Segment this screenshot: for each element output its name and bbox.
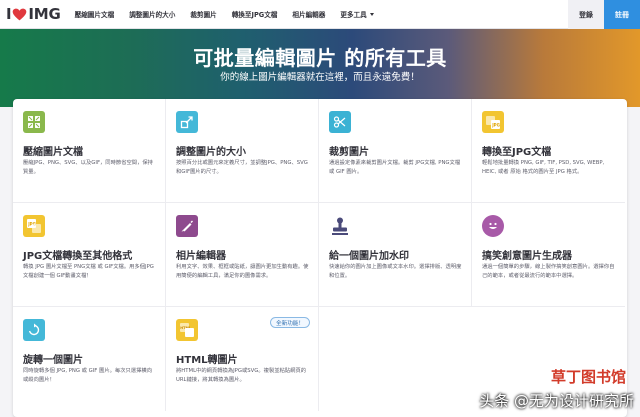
tools-panel: 壓縮圖片文檔 壓縮JPG、PNG、SVG、以及GIF，同時節省空間，保持質量。 … [13, 99, 627, 417]
logo[interactable]: I IMG [0, 0, 61, 29]
watermark-overlay: 草丁图书馆 头条 @无为设计研究所 [399, 368, 634, 411]
watermark-brand: 草丁图书馆 [550, 368, 626, 386]
menu-photo-editor[interactable]: 相片編輯器 [292, 9, 325, 19]
heart-icon [13, 8, 27, 20]
menu-more-label: 更多工具 [340, 11, 367, 19]
tool-description: 轉換 JPG 圖片文檔至 PNG文檔 或 GIF文檔。用多個JPG文檔創建一個 … [23, 264, 154, 279]
tool-title: 旋轉一個圖片 [23, 355, 83, 366]
menu-convert-jpg[interactable]: 轉換至JPG文檔 [232, 9, 278, 19]
tool-card-meme[interactable]: 搞笑創意圖片生成器 通過一個簡單的步驟，線上製作搞笑創意圖片。選擇你自己的範本，… [472, 203, 625, 307]
tool-title: 相片編輯器 [176, 251, 226, 262]
tool-title: 裁剪圖片 [329, 147, 369, 158]
tool-card-html-to-image[interactable]: HTML 全新功能！ HTML轉圖片 將HTML中的網頁轉換為JPG或SVG。複… [166, 307, 319, 411]
tool-title: HTML轉圖片 [176, 355, 238, 366]
tool-description: 壓縮JPG、PNG、SVG、以及GIF，同時節省空間，保持質量。 [23, 160, 153, 175]
menu-compress[interactable]: 壓縮圖片文檔 [75, 9, 115, 19]
scissors-icon [329, 111, 351, 133]
new-feature-badge: 全新功能！ [270, 317, 310, 328]
tool-description: 按照百分比或圖元來定義尺寸，並調整JPG、PNG、SVG和GIF圖片的尺寸。 [176, 160, 308, 175]
tool-card-from-jpg[interactable]: JPG JPG文檔轉換至其他格式 轉換 JPG 圖片文檔至 PNG文檔 或 GI… [13, 203, 166, 307]
watermark-text: 头条 @无为设计研究所 [479, 392, 634, 410]
tool-card-crop[interactable]: 裁剪圖片 通過設定像素來裁剪圖片文檔。裁剪 JPG文檔, PNG文檔 或 GIF… [319, 99, 472, 203]
tool-card-compress[interactable]: 壓縮圖片文檔 壓縮JPG、PNG、SVG、以及GIF，同時節省空間，保持質量。 [13, 99, 166, 203]
from-jpg-icon: JPG [23, 215, 45, 237]
tool-description: 同時旋轉多個 JPG, PNG 或 GIF 圖片。每次只選擇橫向或縱向圖片！ [23, 368, 152, 383]
tool-description: 輕鬆地批量轉換 PNG, GIF, TIF, PSD, SVG, WEBP, H… [482, 160, 605, 175]
tool-card-watermark[interactable]: 給一個圖片加水印 快速給你的圖片加上圖像或文本水印。選擇排版、透明度和位置。 [319, 203, 472, 307]
compress-icon [23, 111, 45, 133]
brush-icon [176, 215, 198, 237]
tool-description: 利用文字、效果、框框或貼紙，讓圖片更加生動有趣。使用簡便的編輯工具，滿足你的圖像… [176, 264, 309, 279]
tool-title: 轉換至JPG文檔 [482, 147, 552, 158]
logo-left-text: I [6, 5, 12, 23]
meme-icon [482, 215, 504, 237]
tool-card-rotate[interactable]: 旋轉一個圖片 同時旋轉多個 JPG, PNG 或 GIF 圖片。每次只選擇橫向或… [13, 307, 166, 411]
auth-buttons: 登錄 註冊 [568, 0, 640, 29]
menu-crop[interactable]: 裁剪圖片 [190, 9, 216, 19]
signup-button[interactable]: 註冊 [604, 0, 640, 29]
tool-description: 快速給你的圖片加上圖像或文本水印。選擇排版、透明度和位置。 [329, 264, 462, 279]
svg-text:JPG: JPG [491, 123, 500, 128]
tool-title: 搞笑創意圖片生成器 [482, 251, 572, 262]
tool-card-resize[interactable]: 調整圖片的大小 按照百分比或圖元來定義尺寸，並調整JPG、PNG、SVG和GIF… [166, 99, 319, 203]
to-jpg-icon: JPG [482, 111, 504, 133]
tool-description: 通過一個簡單的步驟，線上製作搞笑創意圖片。選擇你自己的範本，或者從最流行的範本中… [482, 264, 615, 279]
top-navbar: I IMG 壓縮圖片文檔 調整圖片的大小 裁剪圖片 轉換至JPG文檔 相片編輯器… [0, 0, 640, 29]
login-button[interactable]: 登錄 [568, 0, 604, 29]
chevron-down-icon [369, 12, 374, 16]
resize-icon [176, 111, 198, 133]
rotate-icon [23, 319, 45, 341]
tool-title: 調整圖片的大小 [176, 147, 246, 158]
tool-description: 通過設定像素來裁剪圖片文檔。裁剪 JPG文檔, PNG文檔 或 GIF 圖片。 [329, 160, 461, 175]
hero-title: 可批量編輯圖片 的所有工具 [193, 46, 447, 70]
main-menu: 壓縮圖片文檔 調整圖片的大小 裁剪圖片 轉換至JPG文檔 相片編輯器 更多工具 [75, 0, 389, 29]
hero-subtitle: 你的線上圖片編輯器就在這裡，而且永遠免費！ [220, 72, 420, 83]
menu-more-tools[interactable]: 更多工具 [340, 9, 374, 19]
hero-banner: 可批量編輯圖片 的所有工具 你的線上圖片編輯器就在這裡，而且永遠免費！ [0, 29, 640, 107]
menu-resize[interactable]: 調整圖片的大小 [129, 9, 175, 19]
tool-title: JPG文檔轉換至其他格式 [23, 251, 133, 262]
tool-title: 壓縮圖片文檔 [23, 147, 83, 158]
logo-right-text: IMG [28, 5, 61, 23]
tool-description: 將HTML中的網頁轉換為JPG或SVG。複製並粘貼網頁的URL鏈接，將其轉換為圖… [176, 368, 307, 383]
tool-card-photo-editor[interactable]: 相片編輯器 利用文字、效果、框框或貼紙，讓圖片更加生動有趣。使用簡便的編輯工具，… [166, 203, 319, 307]
stamp-icon [329, 215, 351, 237]
html-icon: HTML [176, 319, 198, 341]
tool-card-to-jpg[interactable]: JPG 轉換至JPG文檔 輕鬆地批量轉換 PNG, GIF, TIF, PSD,… [472, 99, 625, 203]
tool-title: 給一個圖片加水印 [329, 251, 409, 262]
